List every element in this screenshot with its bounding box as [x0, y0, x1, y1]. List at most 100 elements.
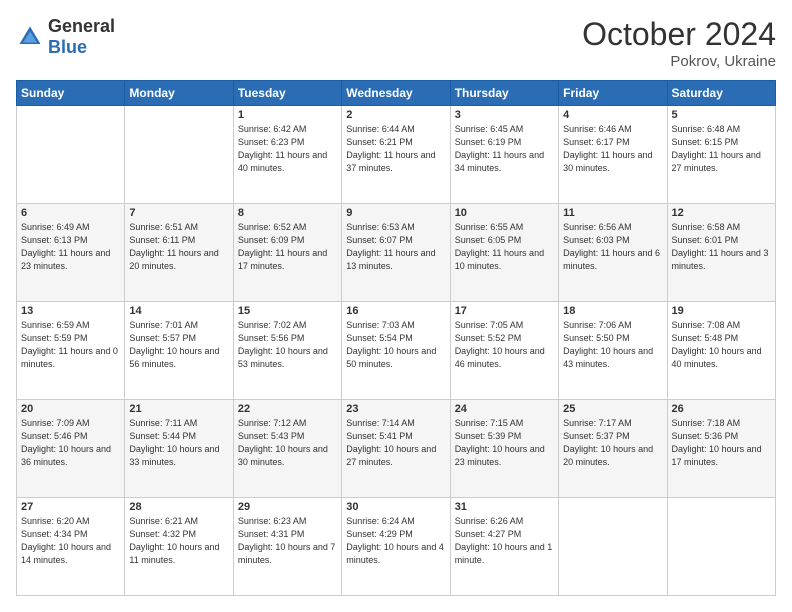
day-cell: 30Sunrise: 6:24 AM Sunset: 4:29 PM Dayli… — [342, 498, 450, 596]
day-cell: 5 Sunrise: 6:48 AM Sunset: 6:15 PM Daylig… — [667, 106, 775, 204]
day-number: 13 — [21, 305, 120, 317]
cell-sun-info: Sunrise: 6:52 AM Sunset: 6:09 PM Dayligh… — [238, 221, 337, 273]
day-cell: 4 Sunrise: 6:46 AM Sunset: 6:17 PM Daylig… — [559, 106, 667, 204]
day-number: 19 — [672, 305, 771, 317]
col-header-saturday: Saturday — [667, 81, 775, 106]
day-cell: 19 Sunrise: 7:08 AM Sunset: 5:48 PM Dayli… — [667, 302, 775, 400]
week-row-0: 1 Sunrise: 6:42 AM Sunset: 6:23 PM Daylig… — [17, 106, 776, 204]
day-cell — [17, 106, 125, 204]
day-number: 30 — [346, 501, 445, 513]
col-header-sunday: Sunday — [17, 81, 125, 106]
week-row-4: 27Sunrise: 6:20 AM Sunset: 4:34 PM Dayli… — [17, 498, 776, 596]
day-number: 22 — [238, 403, 337, 415]
day-cell: 24 Sunrise: 7:15 AM Sunset: 5:39 PM Dayli… — [450, 400, 558, 498]
day-cell: 1 Sunrise: 6:42 AM Sunset: 6:23 PM Daylig… — [233, 106, 341, 204]
cell-sun-info: Sunrise: 7:18 AM Sunset: 5:36 PM Dayligh… — [672, 417, 771, 469]
cell-sun-info: Sunrise: 7:09 AM Sunset: 5:46 PM Dayligh… — [21, 417, 120, 469]
day-number: 20 — [21, 403, 120, 415]
day-cell: 8 Sunrise: 6:52 AM Sunset: 6:09 PM Daylig… — [233, 204, 341, 302]
day-number: 5 — [672, 109, 771, 121]
page: General Blue October 2024 Pokrov, Ukrain… — [0, 0, 792, 612]
day-number: 25 — [563, 403, 662, 415]
day-number: 10 — [455, 207, 554, 219]
logo-icon — [16, 23, 44, 51]
cell-sun-info: Sunrise: 6:59 AM Sunset: 5:59 PM Dayligh… — [21, 319, 120, 371]
cell-sun-info: Sunrise: 7:06 AM Sunset: 5:50 PM Dayligh… — [563, 319, 662, 371]
calendar-table: SundayMondayTuesdayWednesdayThursdayFrid… — [16, 80, 776, 596]
day-cell: 21 Sunrise: 7:11 AM Sunset: 5:44 PM Dayli… — [125, 400, 233, 498]
day-cell: 18 Sunrise: 7:06 AM Sunset: 5:50 PM Dayli… — [559, 302, 667, 400]
location-title: Pokrov, Ukraine — [582, 53, 776, 70]
day-cell: 6Sunrise: 6:49 AM Sunset: 6:13 PM Daylig… — [17, 204, 125, 302]
day-cell: 14Sunrise: 7:01 AM Sunset: 5:57 PM Dayli… — [125, 302, 233, 400]
cell-sun-info: Sunrise: 6:45 AM Sunset: 6:19 PM Dayligh… — [455, 123, 554, 175]
day-cell — [667, 498, 775, 596]
header: General Blue October 2024 Pokrov, Ukrain… — [16, 16, 776, 70]
day-number: 8 — [238, 207, 337, 219]
day-number: 31 — [455, 501, 554, 513]
cell-sun-info: Sunrise: 6:58 AM Sunset: 6:01 PM Dayligh… — [672, 221, 771, 273]
day-cell: 15 Sunrise: 7:02 AM Sunset: 5:56 PM Dayli… — [233, 302, 341, 400]
cell-sun-info: Sunrise: 7:17 AM Sunset: 5:37 PM Dayligh… — [563, 417, 662, 469]
col-header-tuesday: Tuesday — [233, 81, 341, 106]
cell-sun-info: Sunrise: 7:05 AM Sunset: 5:52 PM Dayligh… — [455, 319, 554, 371]
cell-sun-info: Sunrise: 7:02 AM Sunset: 5:56 PM Dayligh… — [238, 319, 337, 371]
cell-sun-info: Sunrise: 7:15 AM Sunset: 5:39 PM Dayligh… — [455, 417, 554, 469]
day-number: 12 — [672, 207, 771, 219]
day-number: 2 — [346, 109, 445, 121]
day-cell: 7 Sunrise: 6:51 AM Sunset: 6:11 PM Daylig… — [125, 204, 233, 302]
cell-sun-info: Sunrise: 6:23 AM Sunset: 4:31 PM Dayligh… — [238, 515, 337, 567]
day-number: 1 — [238, 109, 337, 121]
day-cell: 13 Sunrise: 6:59 AM Sunset: 5:59 PM Dayli… — [17, 302, 125, 400]
day-number: 21 — [129, 403, 228, 415]
day-cell: 10Sunrise: 6:55 AM Sunset: 6:05 PM Dayli… — [450, 204, 558, 302]
day-cell — [125, 106, 233, 204]
day-number: 27 — [21, 501, 120, 513]
day-cell: 16 Sunrise: 7:03 AM Sunset: 5:54 PM Dayli… — [342, 302, 450, 400]
day-cell: 3Sunrise: 6:45 AM Sunset: 6:19 PM Daylig… — [450, 106, 558, 204]
day-number: 6 — [21, 207, 120, 219]
day-cell: 12 Sunrise: 6:58 AM Sunset: 6:01 PM Dayli… — [667, 204, 775, 302]
day-number: 11 — [563, 207, 662, 219]
day-cell: 17 Sunrise: 7:05 AM Sunset: 5:52 PM Dayli… — [450, 302, 558, 400]
day-cell: 20 Sunrise: 7:09 AM Sunset: 5:46 PM Dayli… — [17, 400, 125, 498]
week-row-2: 13 Sunrise: 6:59 AM Sunset: 5:59 PM Dayli… — [17, 302, 776, 400]
title-block: October 2024 Pokrov, Ukraine — [582, 16, 776, 70]
day-cell: 11Sunrise: 6:56 AM Sunset: 6:03 PM Dayli… — [559, 204, 667, 302]
day-cell: 9Sunrise: 6:53 AM Sunset: 6:07 PM Daylig… — [342, 204, 450, 302]
day-cell: 29Sunrise: 6:23 AM Sunset: 4:31 PM Dayli… — [233, 498, 341, 596]
cell-sun-info: Sunrise: 6:21 AM Sunset: 4:32 PM Dayligh… — [129, 515, 228, 567]
col-header-monday: Monday — [125, 81, 233, 106]
day-number: 28 — [129, 501, 228, 513]
day-number: 17 — [455, 305, 554, 317]
cell-sun-info: Sunrise: 6:48 AM Sunset: 6:15 PM Dayligh… — [672, 123, 771, 175]
week-row-3: 20 Sunrise: 7:09 AM Sunset: 5:46 PM Dayli… — [17, 400, 776, 498]
day-cell: 25 Sunrise: 7:17 AM Sunset: 5:37 PM Dayli… — [559, 400, 667, 498]
calendar-header-row: SundayMondayTuesdayWednesdayThursdayFrid… — [17, 81, 776, 106]
day-cell: 26Sunrise: 7:18 AM Sunset: 5:36 PM Dayli… — [667, 400, 775, 498]
day-number: 7 — [129, 207, 228, 219]
cell-sun-info: Sunrise: 6:46 AM Sunset: 6:17 PM Dayligh… — [563, 123, 662, 175]
day-cell: 2 Sunrise: 6:44 AM Sunset: 6:21 PM Daylig… — [342, 106, 450, 204]
day-number: 4 — [563, 109, 662, 121]
day-number: 9 — [346, 207, 445, 219]
cell-sun-info: Sunrise: 7:14 AM Sunset: 5:41 PM Dayligh… — [346, 417, 445, 469]
week-row-1: 6Sunrise: 6:49 AM Sunset: 6:13 PM Daylig… — [17, 204, 776, 302]
logo-blue: Blue — [48, 37, 87, 57]
col-header-friday: Friday — [559, 81, 667, 106]
cell-sun-info: Sunrise: 6:44 AM Sunset: 6:21 PM Dayligh… — [346, 123, 445, 175]
day-number: 18 — [563, 305, 662, 317]
day-number: 14 — [129, 305, 228, 317]
day-number: 16 — [346, 305, 445, 317]
month-title: October 2024 — [582, 16, 776, 53]
cell-sun-info: Sunrise: 7:11 AM Sunset: 5:44 PM Dayligh… — [129, 417, 228, 469]
day-number: 24 — [455, 403, 554, 415]
day-cell: 27Sunrise: 6:20 AM Sunset: 4:34 PM Dayli… — [17, 498, 125, 596]
day-number: 15 — [238, 305, 337, 317]
cell-sun-info: Sunrise: 6:51 AM Sunset: 6:11 PM Dayligh… — [129, 221, 228, 273]
col-header-thursday: Thursday — [450, 81, 558, 106]
cell-sun-info: Sunrise: 6:42 AM Sunset: 6:23 PM Dayligh… — [238, 123, 337, 175]
day-number: 23 — [346, 403, 445, 415]
cell-sun-info: Sunrise: 7:03 AM Sunset: 5:54 PM Dayligh… — [346, 319, 445, 371]
cell-sun-info: Sunrise: 7:08 AM Sunset: 5:48 PM Dayligh… — [672, 319, 771, 371]
